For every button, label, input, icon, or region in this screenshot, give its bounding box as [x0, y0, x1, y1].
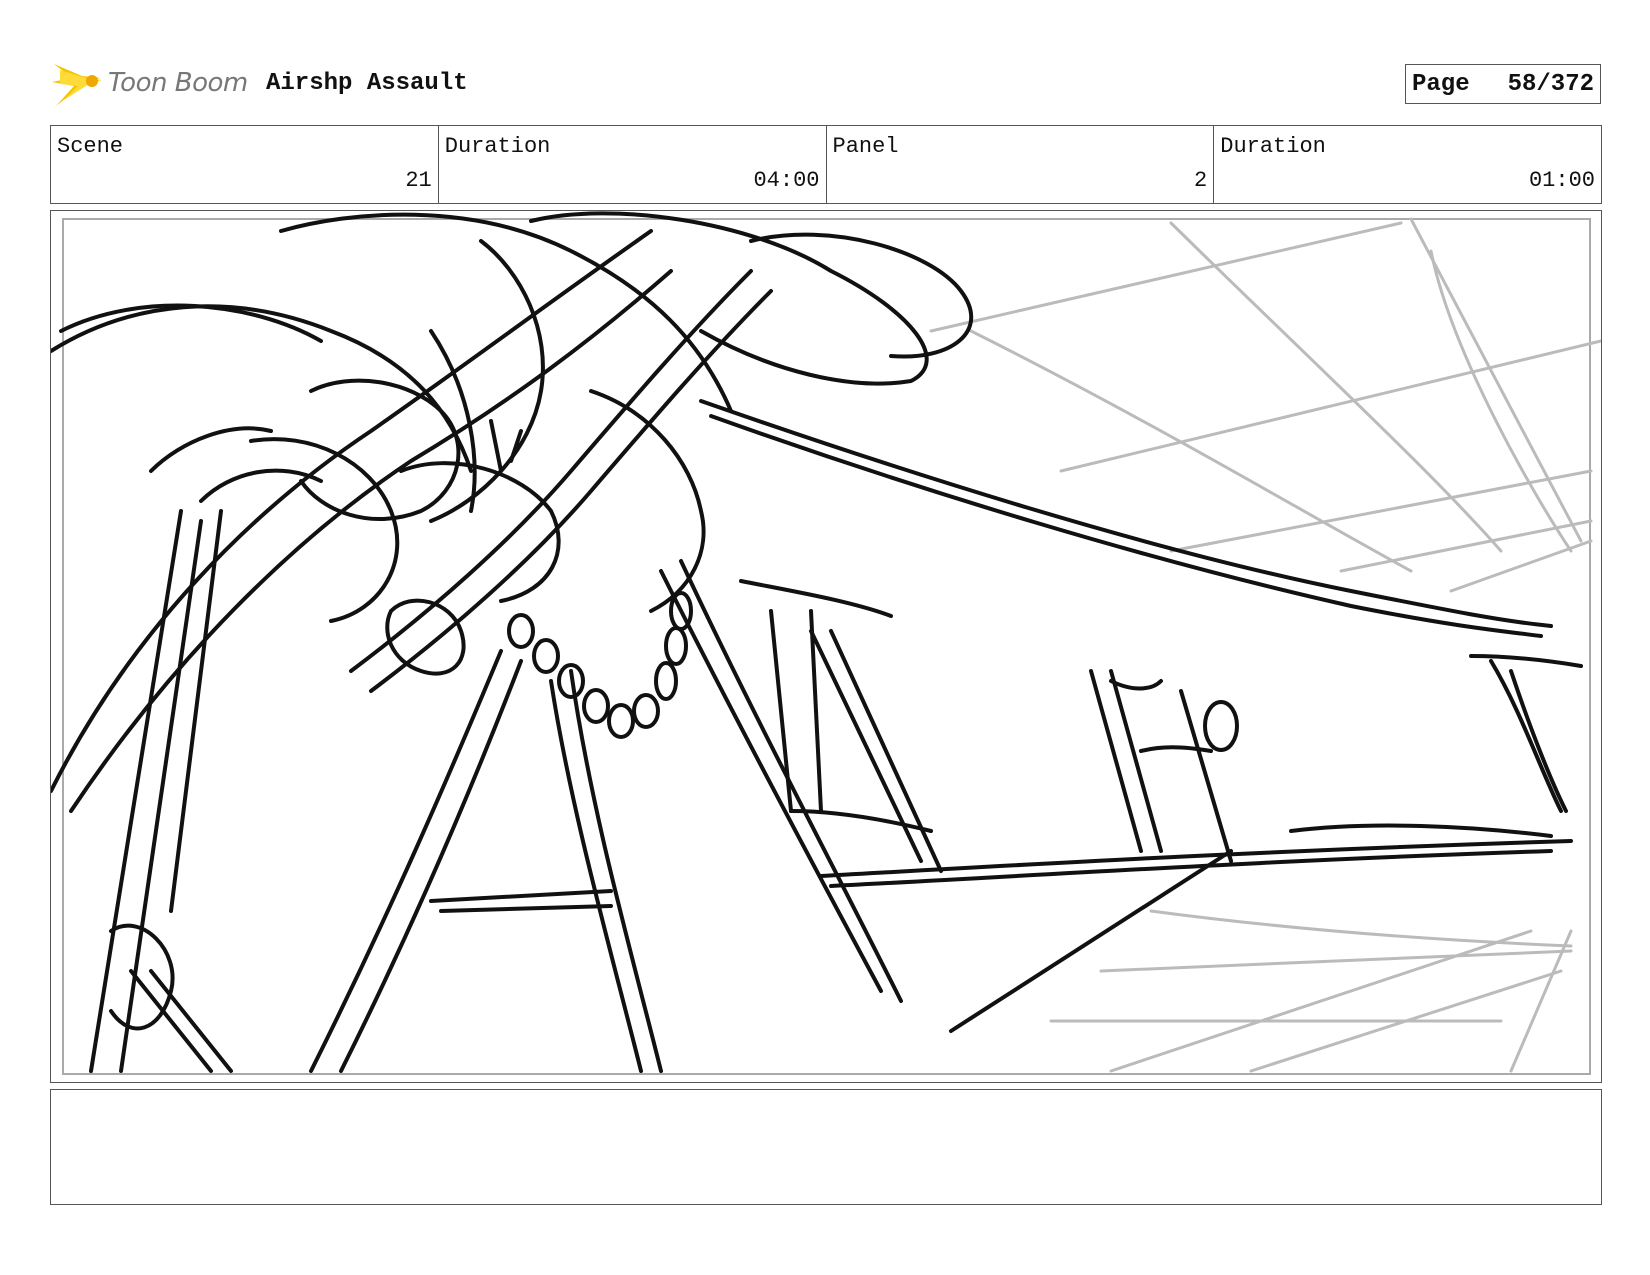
- project-title: Airshp Assault: [266, 70, 468, 97]
- construction-lines: [929, 217, 1601, 1073]
- panel-info-row: Scene 21 Duration 04:00 Panel 2 Duration…: [50, 125, 1602, 204]
- page-label: Page: [1412, 70, 1470, 98]
- storyboard-panel: [50, 210, 1602, 1083]
- scene-duration-cell: Duration 04:00: [439, 126, 827, 203]
- scene-cell: Scene 21: [51, 126, 439, 203]
- panel-duration-label: Duration: [1220, 134, 1326, 159]
- logo-text: Toon Boom: [108, 68, 248, 98]
- scene-label: Scene: [57, 134, 124, 159]
- panel-duration-value: 01:00: [1528, 168, 1595, 193]
- panel-sketch: [51, 211, 1601, 1073]
- scene-duration-label: Duration: [444, 134, 551, 159]
- toon-boom-logo: Toon Boom: [52, 56, 252, 110]
- panel-label: Panel: [832, 134, 899, 159]
- panel-value: 2: [1194, 168, 1208, 193]
- panel-duration-cell: Duration 01:00: [1214, 126, 1601, 203]
- chain: [507, 591, 693, 739]
- page-indicator: Page 58/372: [1405, 64, 1601, 104]
- sketch-strokes: [51, 211, 1583, 1073]
- tie-fighter-sketch: [1089, 669, 1239, 863]
- panel-notes: [50, 1089, 1602, 1205]
- scene-value: 21: [405, 168, 432, 193]
- panel-cell: Panel 2: [827, 126, 1215, 203]
- scene-duration-value: 04:00: [753, 168, 820, 193]
- starburst-icon: [52, 64, 102, 106]
- page-number: 58/372: [1507, 70, 1594, 98]
